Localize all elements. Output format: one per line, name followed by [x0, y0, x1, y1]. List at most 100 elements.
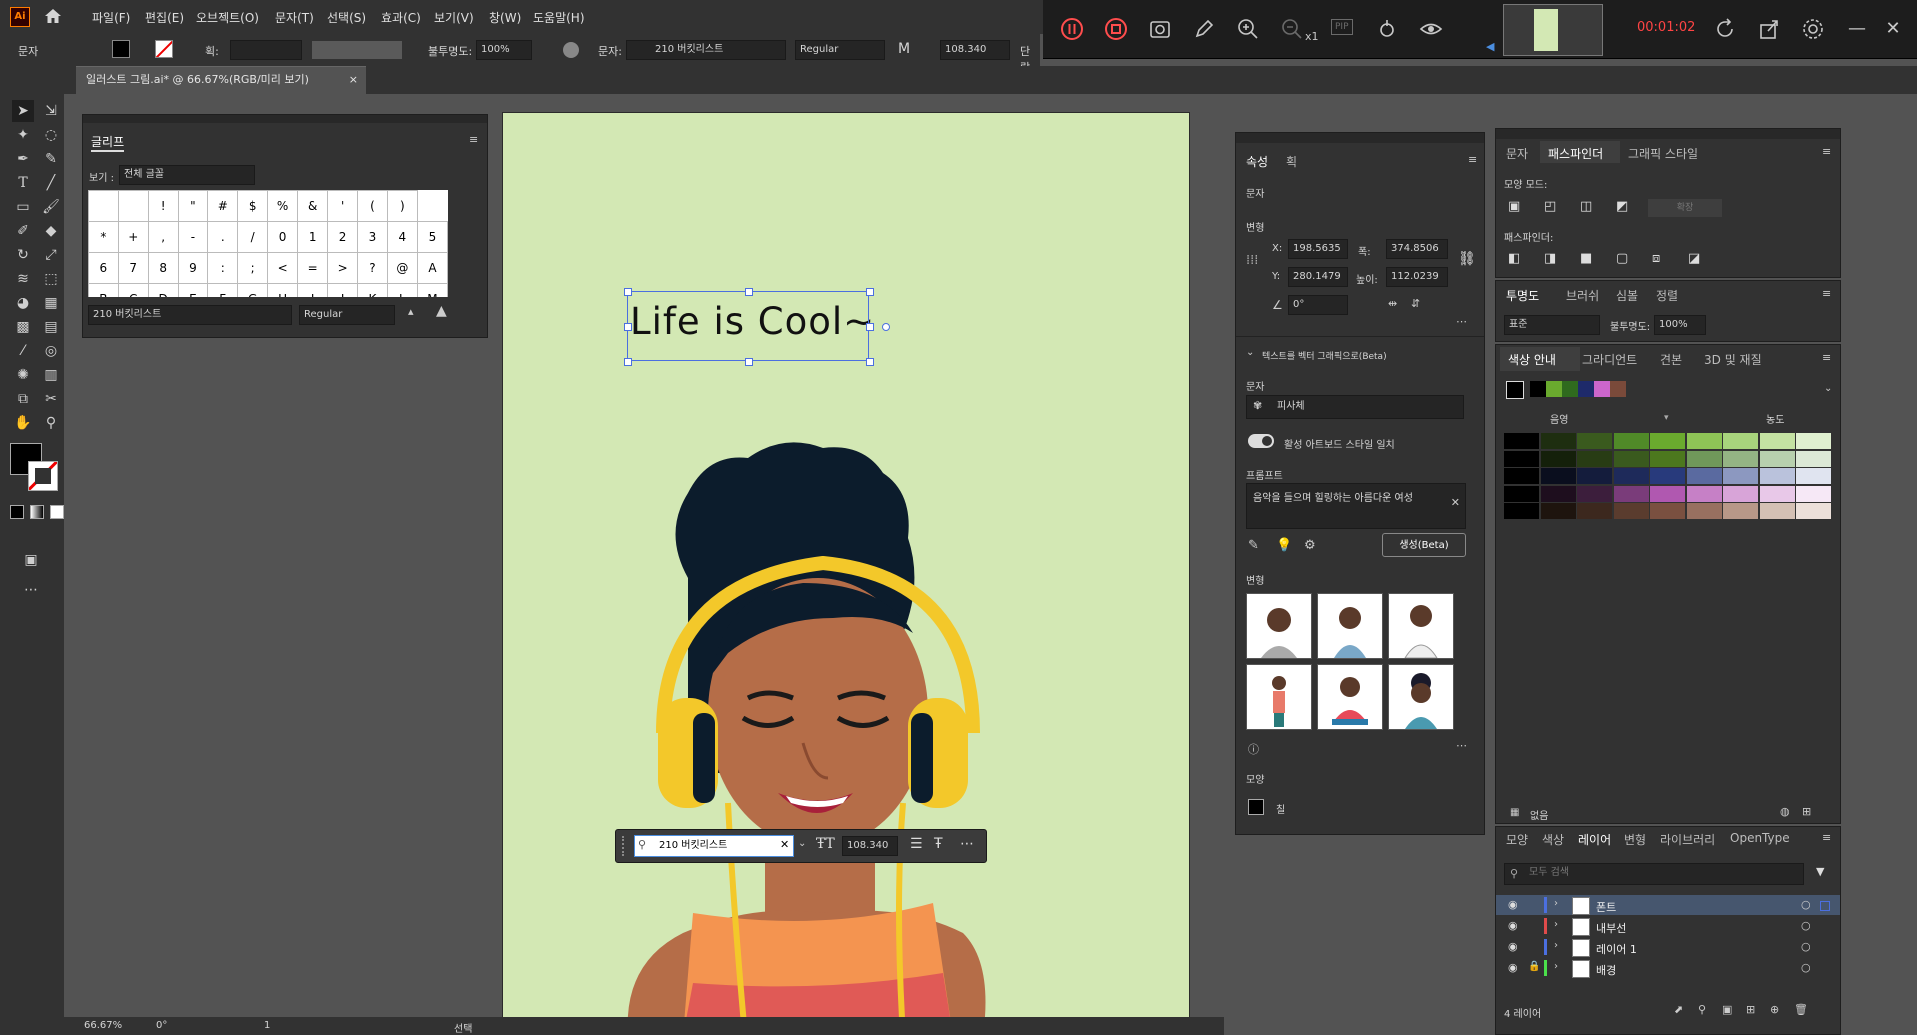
glyph-cell[interactable]: $: [237, 190, 269, 222]
fill-swatch[interactable]: [1248, 799, 1264, 815]
color-variation-swatch[interactable]: [1577, 433, 1612, 449]
symbol-sprayer-tool-icon[interactable]: ✺: [12, 364, 34, 386]
glyph-cell[interactable]: *: [88, 221, 119, 253]
color-variation-swatch[interactable]: [1723, 503, 1758, 519]
tab-properties[interactable]: 속성: [1246, 153, 1268, 170]
color-variation-swatch[interactable]: [1613, 503, 1649, 519]
layers-search-input[interactable]: 모두 검색: [1504, 863, 1804, 885]
color-variation-swatch[interactable]: [1613, 450, 1649, 467]
color-variation-swatch[interactable]: [1650, 485, 1685, 502]
target-circle-icon[interactable]: ○: [1801, 961, 1811, 974]
hand-tool-icon[interactable]: ✋: [12, 412, 34, 434]
screen-mode-icon[interactable]: ▣: [20, 549, 42, 571]
type-tool-icon[interactable]: T: [12, 172, 34, 194]
color-variation-swatch[interactable]: [1613, 485, 1649, 502]
color-variation-swatch[interactable]: [1686, 433, 1722, 449]
style-picker-icon[interactable]: ✎: [1248, 538, 1259, 553]
artboard-style-toggle[interactable]: [1248, 434, 1274, 448]
glyph-cell[interactable]: &: [297, 190, 329, 222]
glyph-cell[interactable]: A: [416, 252, 448, 284]
menu-select[interactable]: 선택(S): [327, 9, 366, 26]
color-variation-swatch[interactable]: [1504, 450, 1539, 467]
color-variation-swatch[interactable]: [1759, 503, 1795, 519]
pen-tool-icon[interactable]: ✒: [12, 148, 34, 170]
glyph-cell[interactable]: 3: [357, 221, 388, 253]
pause-icon[interactable]: [1060, 17, 1084, 41]
menu-edit[interactable]: 편집(E): [145, 9, 184, 26]
scale-tool-icon[interactable]: ⤢: [40, 244, 62, 266]
unite-icon[interactable]: ▣: [1508, 199, 1520, 214]
tab-brushes[interactable]: 브러쉬: [1566, 287, 1599, 304]
glyph-cell[interactable]: ): [386, 190, 418, 222]
visibility-eye-icon[interactable]: ◉: [1508, 940, 1518, 953]
close-icon[interactable]: ✕: [1881, 17, 1905, 41]
menu-type[interactable]: 문자(T): [275, 9, 314, 26]
glyph-cell[interactable]: <: [267, 252, 299, 284]
home-icon[interactable]: [44, 8, 62, 24]
color-mode-icon[interactable]: [10, 505, 24, 519]
variation-thumbnail[interactable]: [1246, 664, 1312, 730]
selected-art-indicator[interactable]: [1820, 901, 1830, 911]
glyph-cell[interactable]: J: [327, 283, 359, 297]
glyph-cell[interactable]: 5: [416, 221, 448, 253]
minimize-icon[interactable]: —: [1845, 17, 1869, 41]
pip-button[interactable]: PIP: [1331, 19, 1353, 35]
glyph-cell[interactable]: H: [267, 283, 299, 297]
color-variation-swatch[interactable]: [1650, 450, 1685, 467]
touch-icon[interactable]: [1375, 17, 1399, 41]
color-variation-swatch[interactable]: [1577, 450, 1612, 467]
variation-thumbnail[interactable]: [1317, 664, 1383, 730]
zoom-out-glyph-icon[interactable]: ▴: [408, 305, 414, 318]
glyph-cell[interactable]: [88, 190, 119, 222]
rotate-tool-icon[interactable]: ↻: [12, 244, 34, 266]
color-variation-swatch[interactable]: [1650, 433, 1685, 449]
locate-object-icon[interactable]: ⚲: [1698, 1003, 1706, 1016]
tab-opentype[interactable]: OpenType: [1730, 831, 1790, 845]
shape-builder-tool-icon[interactable]: ◕: [12, 292, 34, 314]
target-circle-icon[interactable]: ○: [1801, 898, 1811, 911]
context-font-size-field[interactable]: 108.340: [842, 836, 898, 856]
color-variation-swatch[interactable]: [1504, 485, 1539, 502]
glyph-view-select[interactable]: 전체 글꼴: [119, 165, 255, 185]
tab-align[interactable]: 정렬: [1656, 287, 1678, 304]
glyph-cell[interactable]: ,: [147, 221, 179, 253]
color-variation-swatch[interactable]: [1723, 433, 1758, 449]
color-variation-swatch[interactable]: [1723, 450, 1758, 467]
harmony-swatch[interactable]: [1562, 381, 1578, 397]
menu-object[interactable]: 오브젝트(O): [196, 9, 259, 26]
eyedropper-tool-icon[interactable]: ⁄: [12, 340, 34, 362]
flip-horizontal-icon[interactable]: ⇹: [1388, 297, 1397, 310]
color-variation-swatch[interactable]: [1796, 485, 1831, 502]
glyph-cell[interactable]: 6: [88, 252, 119, 284]
tab-libraries[interactable]: 라이브러리: [1660, 831, 1715, 848]
limit-to-library-icon[interactable]: ▦: [1510, 807, 1519, 818]
layer-name[interactable]: 배경: [1596, 962, 1616, 978]
tab-color-guide[interactable]: 색상 안내: [1508, 351, 1556, 368]
panel-menu-icon[interactable]: ≡: [469, 133, 478, 146]
glyph-cell[interactable]: D: [147, 283, 179, 297]
more-options-icon[interactable]: ⋯: [960, 836, 974, 852]
shaper-tool-icon[interactable]: ✐: [12, 220, 34, 242]
chevron-down-icon[interactable]: ⌄: [1246, 347, 1254, 358]
rotation-view[interactable]: 0°: [156, 1020, 167, 1031]
layer-name[interactable]: 폰트: [1596, 899, 1616, 915]
paragraph-icon[interactable]: ☰: [910, 836, 923, 852]
tab-graphic-styles[interactable]: 그래픽 스타일: [1628, 145, 1698, 162]
glyph-cell[interactable]: B: [88, 283, 119, 297]
layer-name[interactable]: 레이어 1: [1596, 941, 1637, 957]
direct-selection-tool-icon[interactable]: ⇲: [40, 100, 62, 122]
fill-color-swatch[interactable]: [112, 40, 130, 58]
glyph-cell[interactable]: !: [147, 190, 179, 222]
tab-stroke[interactable]: 획: [1286, 153, 1297, 170]
outline-icon[interactable]: ⧈: [1652, 251, 1660, 266]
panel-menu-icon[interactable]: ≡: [1822, 351, 1831, 364]
color-variation-swatch[interactable]: [1650, 468, 1685, 484]
visibility-eye-icon[interactable]: ◉: [1508, 898, 1518, 911]
text-thread-port[interactable]: [882, 323, 890, 331]
lock-icon[interactable]: 🔒: [1528, 961, 1540, 972]
artboard[interactable]: [502, 112, 1190, 1035]
menu-view[interactable]: 보기(V): [434, 9, 474, 26]
font-size-field[interactable]: 108.340: [940, 40, 1010, 60]
zoom-level[interactable]: 66.67%: [84, 1020, 122, 1031]
document-tab-close[interactable]: ×: [349, 67, 358, 93]
